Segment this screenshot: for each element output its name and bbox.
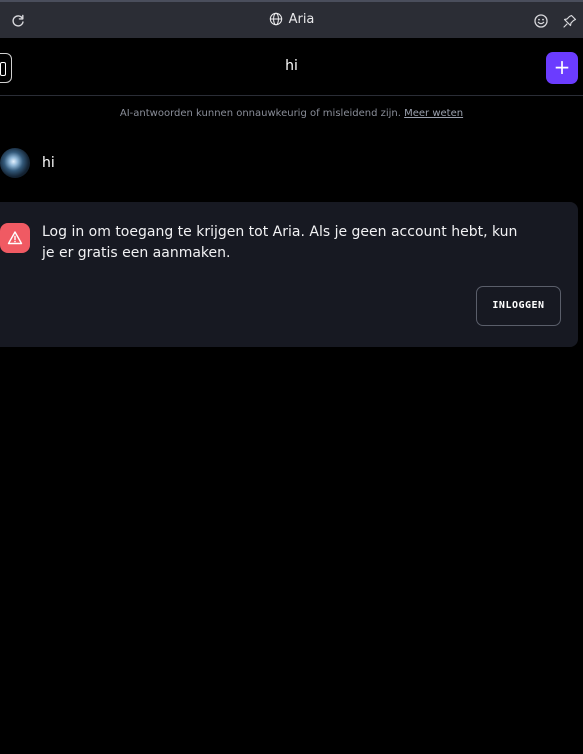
warning-badge: [0, 223, 30, 253]
disclaimer: AI-antwoorden kunnen onnauwkeurig of mis…: [0, 108, 583, 119]
new-chat-button[interactable]: +: [546, 52, 578, 84]
learn-more-link[interactable]: Meer weten: [404, 108, 463, 119]
avatar: [0, 148, 30, 178]
warning-icon: [7, 231, 23, 245]
globe-icon: [269, 12, 282, 26]
emoji-icon[interactable]: [533, 13, 549, 29]
chat-title: hi: [285, 58, 298, 74]
window-title-group: Aria: [0, 12, 583, 27]
login-button[interactable]: INLOGGEN: [476, 286, 561, 326]
disclaimer-text: AI-antwoorden kunnen onnauwkeurig of mis…: [119, 108, 401, 119]
window-title: Aria: [288, 12, 315, 27]
user-message-text: hi: [42, 155, 55, 171]
login-required-card: Log in om toegang te krijgen tot Aria. A…: [0, 202, 578, 347]
window-titlebar: Aria: [0, 0, 583, 38]
login-message: Log in om toegang te krijgen tot Aria. A…: [42, 224, 518, 261]
chat-header: hi +: [0, 38, 583, 96]
pin-icon[interactable]: [562, 13, 578, 29]
